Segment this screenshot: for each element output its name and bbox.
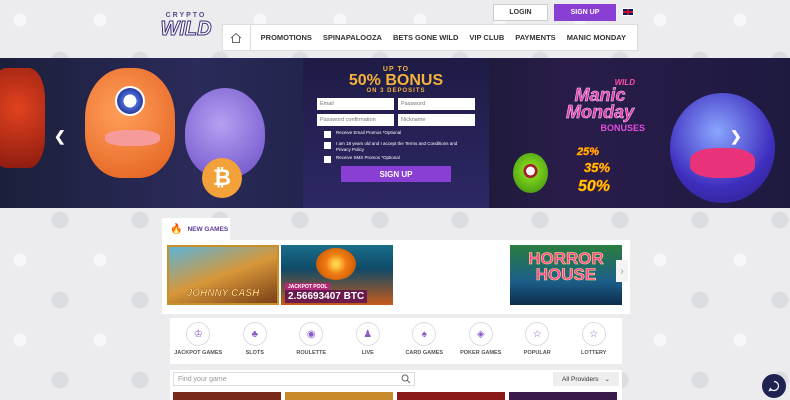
email-field[interactable] [317,98,394,110]
chevron-right-icon[interactable]: › [616,260,628,282]
password-field[interactable] [398,98,475,110]
promo-manic-text: Manic Monday [565,85,635,122]
game-search-bar: Find your game All Providers ⌄ [170,370,622,400]
new-games-strip: JOHNNY CASH JACKPOT POOL 2.56693407 BTC … [162,240,630,314]
promo-percent-35: 35% [584,160,611,176]
alien-eye [115,86,145,116]
category-roulette[interactable]: ◉ ROULETTE [283,322,340,364]
game-title: JOHNNY CASH [186,288,260,299]
nav-item-manic-monday[interactable]: MANIC MONDAY [567,33,626,42]
promo-percent-50: 50% [578,178,611,196]
category-popular[interactable]: ☆ POPULAR [509,322,566,364]
category-label: CARD GAMES [405,350,444,356]
alien-mouth [105,130,160,146]
category-label: POPULAR [523,350,551,356]
bitcoin-coin-icon: ₿ [202,158,242,198]
category-label: JACKPOT GAMES [174,350,223,356]
category-slots[interactable]: ♣ SLOTS [227,322,284,364]
hero-right-monster [670,93,775,203]
game-card-jackpot[interactable]: JACKPOT POOL 2.56693407 BTC [281,245,393,305]
dealer-icon: ♟ [355,322,380,346]
nav-item-payments[interactable]: PAYMENTS [515,33,555,42]
category-label: ROULETTE [296,350,327,356]
signup-form: UP TO 50% BONUS ON 3 DEPOSITS Receive Em… [303,58,489,208]
hero-left-character [0,68,45,168]
main-nav: PROMOTIONS SPINAPALOOZA BETS GONE WILD V… [222,24,638,51]
star-icon: ☆ [581,322,606,346]
age-terms-label: I am 18 years old and I accept the Terms… [336,141,458,152]
game-card-horror-house[interactable]: HORROR HOUSE [510,245,622,305]
new-games-panel: 🔥 NEW GAMES JOHNNY CASH JACKPOT POOL 2.5… [162,218,630,314]
provider-select[interactable]: All Providers ⌄ [553,372,619,386]
signup-submit-button[interactable]: SIGN UP [341,166,451,182]
new-games-label: NEW GAMES [187,225,229,233]
home-icon [230,32,242,43]
chat-button[interactable] [762,374,786,398]
game-thumbnail[interactable] [285,392,393,400]
category-poker-games[interactable]: ◈ POKER GAMES [453,322,510,364]
promo-percent-25: 25% [577,146,600,159]
bonus-headline: 50% BONUS [348,72,444,89]
category-label: LIVE [361,350,374,356]
slots-icon: ♣ [242,322,267,346]
logo-main-text: WILD [160,18,212,40]
password-confirm-field[interactable] [317,114,394,126]
new-games-tab[interactable]: 🔥 NEW GAMES [162,218,230,240]
roulette-icon: ◉ [299,322,324,346]
jackpot-value: 2.56693407 BTC [285,290,368,303]
age-terms-checkbox[interactable] [324,142,331,149]
promo-bonuses-text: BONUSES [600,123,645,133]
search-icon[interactable] [401,374,411,384]
bonus-deposits: ON 3 DEPOSITS [366,88,426,94]
category-lottery[interactable]: ☆ LOTTERY [566,322,623,364]
sms-promos-label: Receive SMS Promos *Optional [336,155,400,160]
game-thumbnail[interactable] [173,392,281,400]
home-button[interactable] [223,24,251,51]
game-card-johnny-cash[interactable]: JOHNNY CASH [167,245,279,305]
email-promos-label: Receive Email Promos *Optional [336,130,402,135]
hero-green-eyeball [513,153,548,193]
category-label: POKER GAMES [460,350,502,356]
hero-orange-alien [85,68,175,178]
nav-item-promotions[interactable]: PROMOTIONS [261,33,312,42]
game-categories: ♔ JACKPOT GAMES ♣ SLOTS ◉ ROULETTE ♟ LIVE ♠ C… [170,318,622,364]
search-placeholder: Find your game [178,375,227,383]
game-title: HORROR HOUSE [528,249,604,284]
chevron-down-icon: ⌄ [604,376,610,383]
signup-button[interactable]: SIGN UP [554,4,616,21]
monster-mouth [690,148,755,178]
category-label: LOTTERY [581,350,607,356]
chevron-left-icon[interactable]: ❮ [54,128,66,145]
chevron-right-icon[interactable]: ❯ [730,128,742,145]
email-promos-checkbox[interactable] [324,131,331,138]
site-logo[interactable]: CRYPTO WILD [160,12,212,44]
cards-icon: ♠ [412,322,437,346]
nav-item-spinapalooza[interactable]: SPINAPALOOZA [323,33,382,42]
poker-chip-icon: ◈ [468,322,493,346]
search-input[interactable]: Find your game [173,372,415,386]
manic-monday-promo: WILD Manic Monday BONUSES [545,78,655,133]
flame-icon: 🔥 [170,223,183,235]
trophy-icon: ♔ [186,322,211,346]
category-jackpot-games[interactable]: ♔ JACKPOT GAMES [170,322,227,364]
category-card-games[interactable]: ♠ CARD GAMES [396,322,453,364]
nickname-field[interactable] [398,114,475,126]
login-button[interactable]: LOGIN [493,4,548,21]
game-thumbnail[interactable] [397,392,505,400]
game-thumbnails-row [173,392,617,400]
uk-flag-icon[interactable] [622,8,634,16]
sms-promos-checkbox[interactable] [324,156,331,163]
provider-label: All Providers [562,375,599,383]
star-icon: ☆ [525,322,550,346]
pumpkin-image [316,248,356,280]
game-thumbnail[interactable] [509,392,617,400]
auth-bar: LOGIN SIGN UP [493,4,634,21]
nav-item-bets-gone-wild[interactable]: BETS GONE WILD [393,33,458,42]
category-label: SLOTS [245,350,264,356]
category-live[interactable]: ♟ LIVE [340,322,397,364]
nav-item-vip-club[interactable]: VIP CLUB [469,33,504,42]
chat-icon [768,380,780,392]
